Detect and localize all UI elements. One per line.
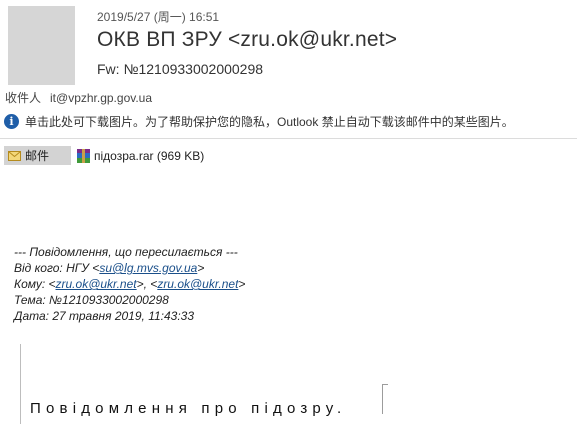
forward-to-link-1[interactable]: zru.ok@ukr.net <box>56 277 137 291</box>
mail-label: 邮件 <box>25 149 50 163</box>
image-download-infobar[interactable]: i 单击此处可下载图片。为了帮助保护您的隐私，Outlook 禁止自动下载该邮件… <box>4 111 514 131</box>
forward-from-line: Від кого: НГУ <su@lg.mvs.gov.ua> <box>14 260 245 276</box>
email-date: 2019/5/27 (周一) 16:51 <box>97 10 220 24</box>
forward-to-separator: >, < <box>136 277 158 291</box>
envelope-icon <box>8 150 21 161</box>
rar-attachment[interactable]: підозра.rar (969 KB) <box>77 148 205 163</box>
text-cursor-marker <box>382 384 388 414</box>
forward-from-label: Від кого: НГУ < <box>14 261 100 275</box>
rar-archive-icon <box>77 148 90 163</box>
mail-message-button[interactable]: 邮件 <box>4 146 71 165</box>
recipient-address[interactable]: it@vpzhr.gp.gov.ua <box>50 91 152 105</box>
person-silhouette-icon <box>8 6 75 85</box>
email-subject: Fw: №1210933002000298 <box>97 61 264 77</box>
attachment-bar: 邮件 підозра.rar (969 KB) <box>4 146 204 165</box>
forward-to-label: Кому: < <box>14 277 56 291</box>
forward-subject-line: Тема: №1210933002000298 <box>14 293 169 307</box>
suspicion-notice-headline: Повідомлення про підозру. <box>30 400 347 417</box>
header-divider <box>0 138 577 139</box>
forward-header: --- Повідомлення, що пересилається --- <box>14 245 238 259</box>
attachment-filename: підозра.rar (969 KB) <box>94 148 205 163</box>
infobar-message: 单击此处可下载图片。为了帮助保护您的隐私，Outlook 禁止自动下载该邮件中的… <box>25 114 514 129</box>
forward-to-link-2[interactable]: zru.ok@ukr.net <box>157 277 238 291</box>
forward-date-line: Дата: 27 травня 2019, 11:43:33 <box>14 309 195 323</box>
forward-from-end: > <box>197 261 205 275</box>
forward-to-line: Кому: <zru.ok@ukr.net>, <zru.ok@ukr.net> <box>14 276 245 292</box>
recipient-label: 收件人 <box>5 91 42 105</box>
forwarded-message-block: --- Повідомлення, що пересилається --- В… <box>14 244 245 324</box>
quote-border <box>20 344 21 424</box>
recipient-row: 收件人 it@vpzhr.gp.gov.ua <box>5 89 152 106</box>
sender-avatar <box>8 6 75 85</box>
forward-from-link[interactable]: su@lg.mvs.gov.ua <box>99 261 197 275</box>
email-sender[interactable]: ОКВ ВП ЗРУ <zru.ok@ukr.net> <box>97 28 397 52</box>
forward-to-end: > <box>238 277 246 291</box>
info-icon: i <box>4 113 19 129</box>
